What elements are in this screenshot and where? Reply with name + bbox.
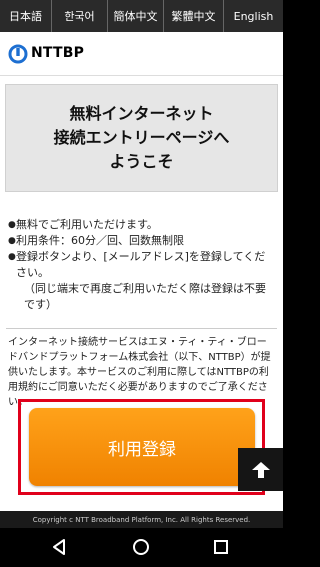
register-button[interactable]: 利用登録 [29, 408, 255, 486]
logo-text: NTTBP [31, 45, 85, 61]
welcome-banner: 無料インターネット 接続エントリーページへ ようこそ [5, 84, 278, 192]
info-list: ● 無料でご利用いただけます。 ● 利用条件：60分／回、回数無制限 ● 登録ボタンよ… [8, 217, 276, 313]
bullet-icon: ● [8, 220, 16, 230]
bullet-icon: ● [8, 236, 16, 246]
header: NTTBP [0, 32, 283, 76]
info-item: ● 無料でご利用いただけます。 [8, 218, 158, 231]
lang-english[interactable]: English [224, 0, 283, 32]
info-item: ● 利用条件：60分／回、回数無制限 [8, 234, 184, 247]
info-item: ● 登録ボタンより、[メールアドレス]を登録してください。 [8, 250, 266, 279]
page-content: NTTBP 無料インターネット 接続エントリーページへ ようこそ ● 無料でご利用… [0, 32, 283, 511]
back-triangle-icon[interactable] [50, 538, 68, 556]
scroll-top-button[interactable] [238, 448, 283, 491]
home-circle-icon[interactable] [132, 538, 150, 556]
divider [6, 328, 277, 329]
android-nav-bar [0, 528, 283, 567]
lang-traditional-chinese[interactable]: 繁體中文 [164, 0, 224, 32]
welcome-line: 接続エントリーページへ [53, 128, 230, 147]
footer-copyright: Copyright c NTT Broadband Platform, Inc.… [0, 511, 283, 528]
lang-korean[interactable]: 한국어 [52, 0, 108, 32]
language-bar: 日本語 한국어 簡体中文 繁體中文 English [0, 0, 283, 32]
welcome-line: 無料インターネット [69, 104, 214, 123]
arrow-up-icon [251, 461, 270, 478]
recent-square-icon[interactable] [213, 539, 229, 555]
lang-simplified-chinese[interactable]: 簡体中文 [108, 0, 164, 32]
lang-japanese[interactable]: 日本語 [0, 0, 52, 32]
welcome-line: ようこそ [109, 152, 174, 171]
nttbp-logo-icon [8, 44, 28, 64]
bullet-icon: ● [8, 252, 16, 262]
register-button-frame: 利用登録 [18, 399, 265, 495]
info-note: （同じ端末で再度ご利用いただく際は登録は不要です） [24, 282, 266, 311]
